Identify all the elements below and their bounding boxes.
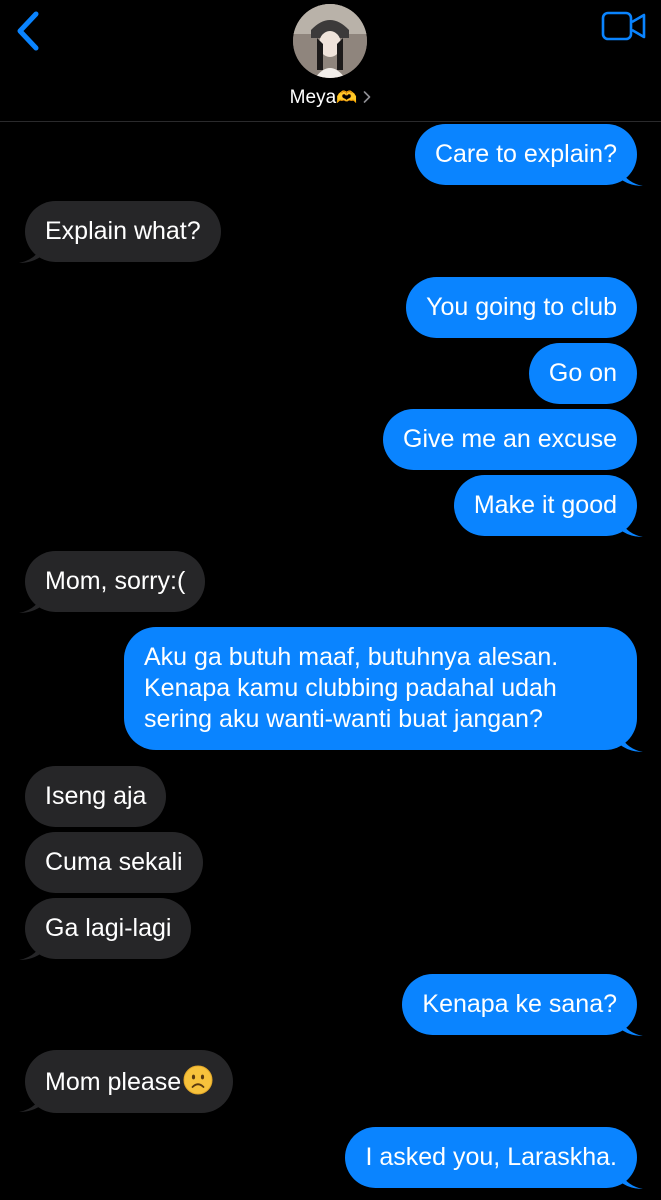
message-bubble-sent[interactable]: Go on <box>528 343 637 404</box>
message-text: Make it good <box>473 491 617 519</box>
message-text: Kenapa ke sana? <box>422 990 617 1018</box>
message-bubble-sent[interactable]: I asked you, Laraskha. <box>345 1127 637 1188</box>
message-bubble-sent[interactable]: Kenapa ke sana? <box>402 974 637 1035</box>
conversation-header: Meya🫶 <box>0 0 661 122</box>
message-text: Go on <box>548 359 617 387</box>
message-text: Mom please <box>45 1068 182 1096</box>
message-bubble-received[interactable]: Mom please <box>25 1050 234 1113</box>
bubble-tail <box>619 164 643 186</box>
bubble-tail <box>19 938 43 960</box>
message-bubble-sent[interactable]: Care to explain? <box>414 124 637 185</box>
bubble-tail <box>19 591 43 613</box>
bubble-tail <box>619 1014 643 1036</box>
message-bubble-sent[interactable]: Give me an excuse <box>383 409 637 470</box>
video-camera-icon <box>601 11 646 41</box>
message-bubble-received[interactable]: Mom, sorry:( <box>25 551 206 612</box>
message-bubble-received[interactable]: Cuma sekali <box>25 832 203 893</box>
message-bubble-received[interactable]: Iseng aja <box>25 766 167 827</box>
contact-emoji: 🫶 <box>336 88 358 107</box>
bubble-tail <box>619 1167 643 1189</box>
message-bubble-received[interactable]: Explain what? <box>25 201 221 262</box>
message-text: Aku ga butuh maaf, butuhnya alesan. Kena… <box>144 643 559 733</box>
message-text: You going to club <box>426 293 617 321</box>
bubble-tail <box>19 1090 43 1112</box>
contact-avatar[interactable] <box>293 4 367 78</box>
message-text: Cuma sekali <box>45 848 183 876</box>
message-text: Care to explain? <box>434 140 617 168</box>
bubble-tail <box>619 730 643 752</box>
contact-name-button[interactable]: Meya🫶 <box>0 86 661 110</box>
message-text: I asked you, Laraskha. <box>365 1143 617 1171</box>
message-bubble-sent[interactable]: Aku ga butuh maaf, butuhnya alesan. Kena… <box>124 627 637 750</box>
message-thread[interactable]: Care to explain? Explain what? You going… <box>0 122 661 1200</box>
bubble-tail <box>19 241 43 263</box>
frowning-face-icon <box>183 1065 213 1095</box>
message-text: Give me an excuse <box>403 425 617 453</box>
message-text: Iseng aja <box>45 782 147 810</box>
message-text: Ga lagi-lagi <box>45 914 172 942</box>
contact-name: Meya <box>289 87 337 108</box>
message-text: Explain what? <box>45 217 201 245</box>
message-text: Mom, sorry:( <box>45 567 186 595</box>
chevron-left-icon <box>17 11 39 51</box>
back-button[interactable] <box>12 8 46 54</box>
message-bubble-received[interactable]: Ga lagi-lagi <box>25 898 192 959</box>
avatar-photo <box>293 4 367 78</box>
message-bubble-sent[interactable]: Make it good <box>453 475 637 536</box>
chevron-right-icon <box>364 91 371 103</box>
facetime-video-button[interactable] <box>601 10 647 42</box>
message-bubble-sent[interactable]: You going to club <box>406 277 637 338</box>
bubble-tail <box>619 515 643 537</box>
